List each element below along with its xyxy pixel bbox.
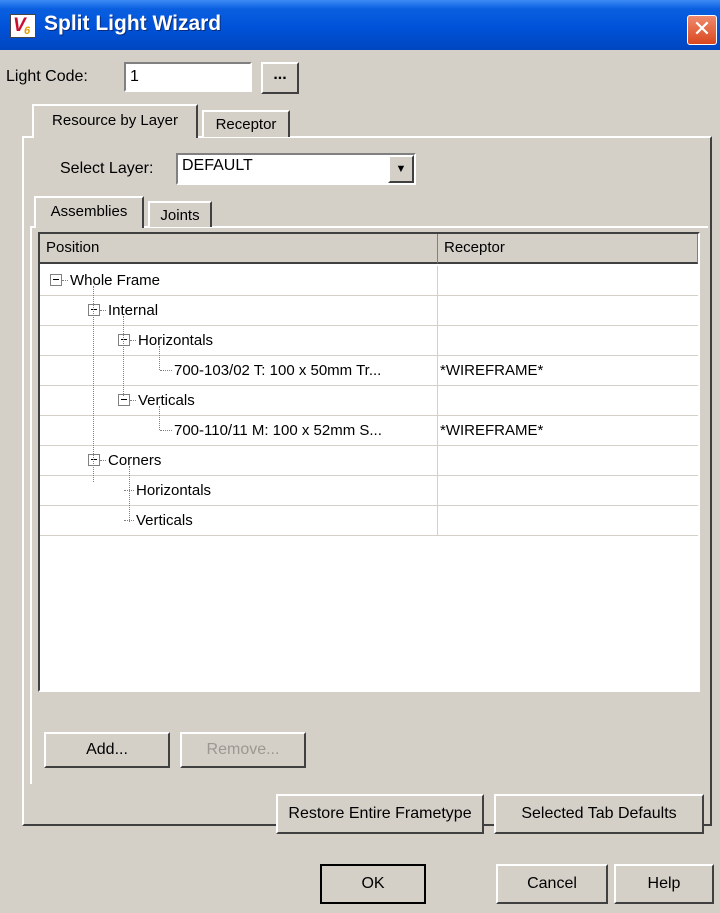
- tree-connector: [93, 286, 94, 482]
- tab-assemblies[interactable]: Assemblies: [34, 196, 144, 228]
- table-row[interactable]: 700-103/02 T: 100 x 50mm Tr... *WIREFRAM…: [40, 356, 698, 386]
- app-logo-icon: V 6: [10, 14, 36, 38]
- remove-button[interactable]: Remove...: [180, 732, 306, 768]
- chevron-down-icon[interactable]: ▼: [388, 155, 414, 183]
- restore-entire-frametype-button[interactable]: Restore Entire Frametype: [276, 794, 484, 834]
- table-row[interactable]: Verticals: [40, 386, 698, 416]
- light-code-input[interactable]: 1: [124, 62, 252, 92]
- position-cell: Horizontals: [136, 482, 212, 499]
- position-cell: Internal: [108, 302, 159, 319]
- logo-number: 6: [24, 25, 31, 37]
- position-cell: Whole Frame: [70, 272, 161, 289]
- collapse-icon[interactable]: [88, 454, 100, 466]
- assemblies-grid[interactable]: Position Receptor Whole Frame Internal H…: [38, 232, 700, 692]
- select-layer-value: DEFAULT: [182, 157, 253, 174]
- selected-tab-defaults-button[interactable]: Selected Tab Defaults: [494, 794, 704, 834]
- tree-connector: [159, 406, 160, 430]
- position-cell: Verticals: [136, 512, 193, 529]
- position-cell: Verticals: [138, 392, 195, 409]
- collapse-icon[interactable]: [50, 274, 62, 286]
- receptor-cell[interactable]: *WIREFRAME*: [440, 356, 543, 386]
- tab-resource-by-layer[interactable]: Resource by Layer: [32, 104, 198, 138]
- position-cell: 700-110/11 M: 100 x 52mm S...: [174, 422, 382, 439]
- table-row[interactable]: Whole Frame: [40, 266, 698, 296]
- position-cell: Horizontals: [138, 332, 214, 349]
- tree-connector: [129, 466, 130, 522]
- select-layer-label: Select Layer:: [60, 160, 154, 177]
- table-row[interactable]: Verticals: [40, 506, 698, 536]
- table-row[interactable]: Internal: [40, 296, 698, 326]
- table-row[interactable]: Horizontals: [40, 326, 698, 356]
- table-row[interactable]: Corners: [40, 446, 698, 476]
- tree-connector: [159, 346, 160, 370]
- column-header-receptor[interactable]: Receptor: [438, 234, 698, 264]
- ok-button[interactable]: OK: [320, 864, 426, 904]
- add-button[interactable]: Add...: [44, 732, 170, 768]
- column-header-position[interactable]: Position: [40, 234, 438, 264]
- close-button[interactable]: ✕: [687, 15, 717, 45]
- receptor-cell[interactable]: *WIREFRAME*: [440, 416, 543, 446]
- light-code-browse-button[interactable]: ...: [261, 62, 299, 94]
- tab-joints[interactable]: Joints: [148, 201, 212, 227]
- collapse-icon[interactable]: [118, 394, 130, 406]
- position-cell: 700-103/02 T: 100 x 50mm Tr...: [174, 362, 382, 379]
- position-cell: Corners: [108, 452, 162, 469]
- close-icon: ✕: [692, 16, 712, 41]
- select-layer-dropdown[interactable]: DEFAULT ▼: [176, 153, 416, 185]
- collapse-icon[interactable]: [118, 334, 130, 346]
- table-row[interactable]: 700-110/11 M: 100 x 52mm S... *WIREFRAME…: [40, 416, 698, 446]
- light-code-label: Light Code:: [6, 68, 88, 85]
- tab-receptor[interactable]: Receptor: [202, 110, 290, 137]
- collapse-icon[interactable]: [88, 304, 100, 316]
- tree-connector: [123, 316, 124, 396]
- help-button[interactable]: Help: [614, 864, 714, 904]
- window-title: Split Light Wizard: [44, 12, 222, 35]
- cancel-button[interactable]: Cancel: [496, 864, 608, 904]
- table-row[interactable]: Horizontals: [40, 476, 698, 506]
